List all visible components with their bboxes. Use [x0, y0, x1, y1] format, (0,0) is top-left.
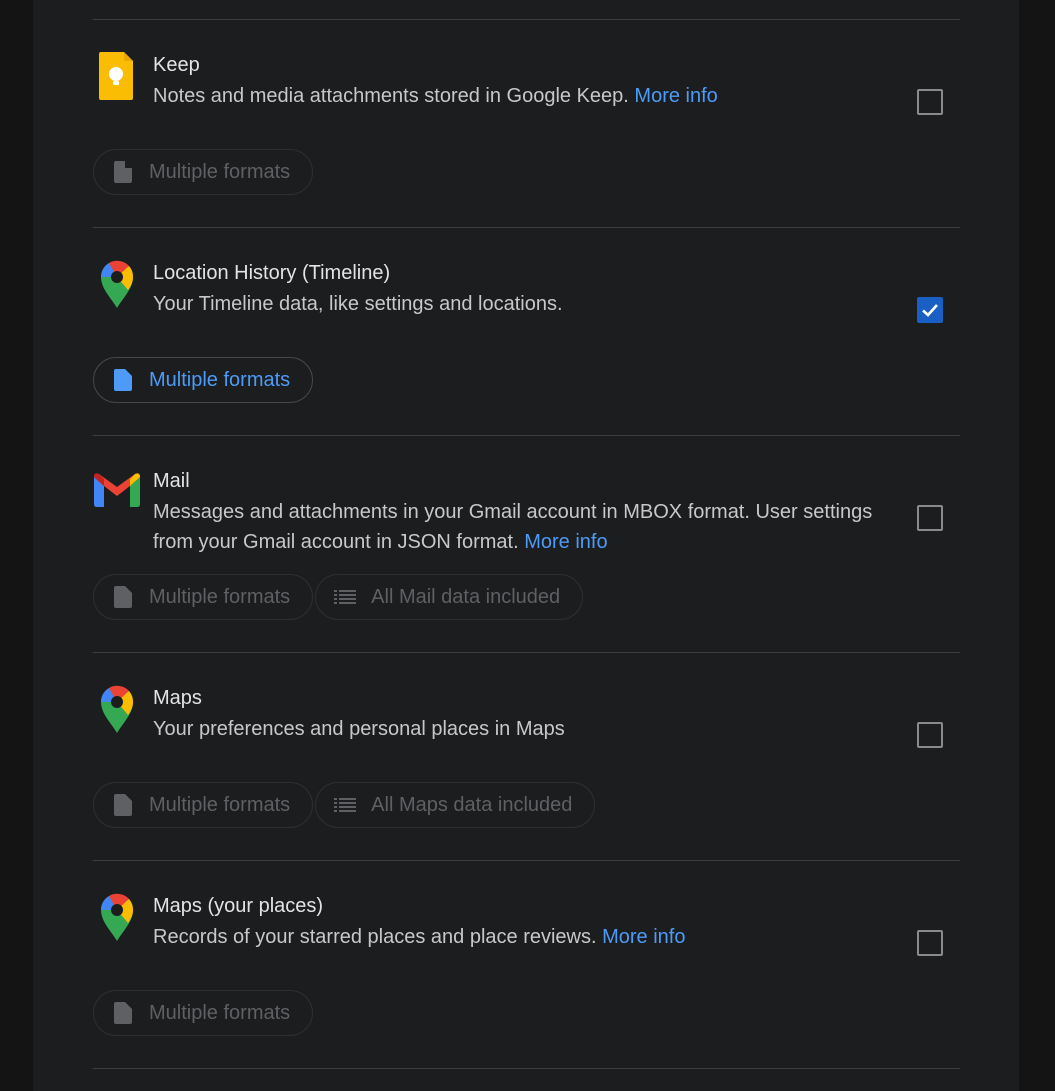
description-text: Records of your starred places and place…	[153, 926, 597, 948]
product-description: Your Timeline data, like settings and lo…	[153, 289, 873, 319]
product-item-maps-your-places: Maps (your places) Records of your starr…	[33, 860, 1019, 1068]
chip-label: All Mail data included	[371, 585, 561, 608]
more-info-link[interactable]: More info	[602, 926, 685, 948]
include-checkbox-location-history[interactable]	[917, 297, 943, 323]
maps-pin-icon	[99, 893, 135, 941]
more-info-link[interactable]: More info	[524, 531, 607, 553]
product-description: Messages and attachments in your Gmail a…	[153, 497, 873, 557]
multiple-formats-chip: Multiple formats	[93, 782, 314, 828]
file-icon	[112, 586, 134, 608]
product-title: Keep	[153, 54, 200, 76]
include-checkbox-keep[interactable]	[917, 89, 943, 115]
format-chips: Multiple formats	[93, 357, 314, 403]
divider	[93, 1068, 960, 1069]
include-checkbox-maps[interactable]	[917, 722, 943, 748]
data-included-chip: All Maps data included	[315, 782, 596, 828]
description-text: Notes and media attachments stored in Go…	[153, 85, 629, 107]
product-description: Notes and media attachments stored in Go…	[153, 81, 873, 111]
description-text: Your preferences and personal places in …	[153, 718, 565, 740]
description-text: Messages and attachments in your Gmail a…	[153, 501, 873, 553]
product-title: Maps	[153, 687, 202, 709]
format-chips: Multiple formats	[93, 149, 314, 195]
gmail-icon	[94, 473, 140, 521]
description-text: Your Timeline data, like settings and lo…	[153, 293, 563, 315]
chip-label: Multiple formats	[149, 585, 291, 608]
format-chips: Multiple formats All Maps data included	[93, 782, 596, 828]
product-item-mail: Mail Messages and attachments in your Gm…	[33, 435, 1019, 652]
chip-label: Multiple formats	[149, 368, 291, 391]
more-info-link[interactable]: More info	[634, 85, 717, 107]
keep-icon	[99, 52, 135, 100]
file-icon	[112, 794, 134, 816]
product-description: Your preferences and personal places in …	[153, 714, 873, 744]
format-chips: Multiple formats All Mail data included	[93, 574, 584, 620]
format-chips: Multiple formats	[93, 990, 314, 1036]
product-item-location-history: Location History (Timeline) Your Timelin…	[33, 227, 1019, 435]
chip-label: All Maps data included	[371, 793, 573, 816]
data-included-chip: All Mail data included	[315, 574, 584, 620]
product-title: Mail	[153, 470, 190, 492]
multiple-formats-chip: Multiple formats	[93, 149, 314, 195]
maps-pin-icon	[99, 685, 135, 733]
file-icon	[112, 369, 134, 391]
maps-pin-icon	[99, 260, 135, 308]
chip-label: Multiple formats	[149, 793, 291, 816]
product-description: Records of your starred places and place…	[153, 922, 873, 952]
multiple-formats-chip: Multiple formats	[93, 574, 314, 620]
list-icon	[334, 586, 357, 608]
product-title: Maps (your places)	[153, 895, 324, 917]
include-checkbox-mail[interactable]	[917, 505, 943, 531]
multiple-formats-chip[interactable]: Multiple formats	[93, 357, 314, 403]
list-icon	[334, 794, 357, 816]
product-item-maps: Maps Your preferences and personal place…	[33, 652, 1019, 860]
file-icon	[112, 1002, 134, 1024]
chip-label: Multiple formats	[149, 1001, 291, 1024]
chip-label: Multiple formats	[149, 160, 291, 183]
include-checkbox-maps-your-places[interactable]	[917, 930, 943, 956]
multiple-formats-chip: Multiple formats	[93, 990, 314, 1036]
takeout-product-list: Keep Notes and media attachments stored …	[33, 0, 1019, 1091]
product-item-keep: Keep Notes and media attachments stored …	[33, 19, 1019, 227]
product-title: Location History (Timeline)	[153, 262, 391, 284]
file-icon	[112, 161, 134, 183]
